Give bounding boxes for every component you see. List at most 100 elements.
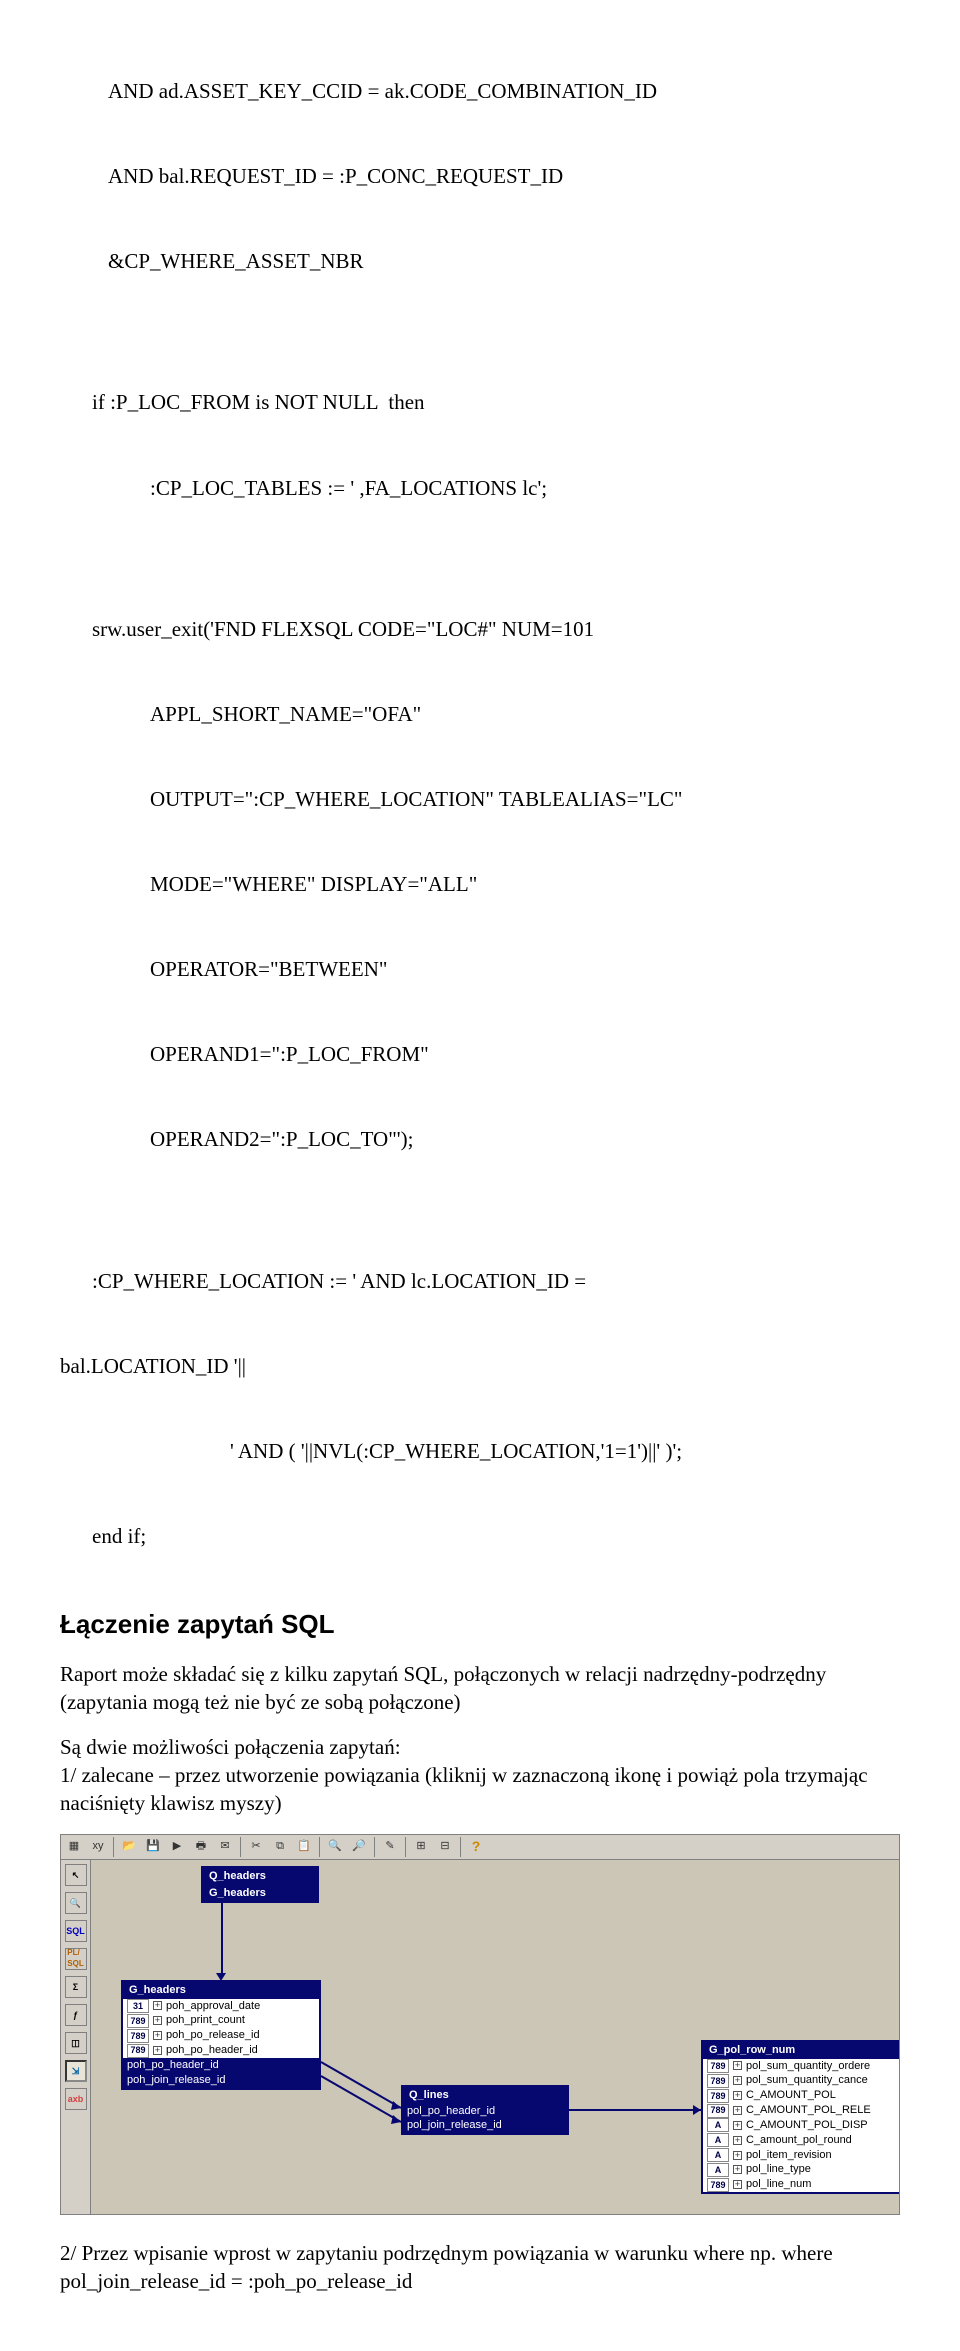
vtool-magnify[interactable]: 🔍 (65, 1892, 87, 1914)
field-row[interactable]: 789+pol_line_num (703, 2177, 899, 2192)
field-label: poh_po_release_id (166, 2028, 260, 2043)
vtool-formula[interactable]: ƒ (65, 2004, 87, 2026)
paragraph: 2/ Przez wpisanie wprost w zapytaniu pod… (60, 2239, 900, 2296)
node-g-pol-row-num[interactable]: G_pol_row_num 789+pol_sum_quantity_order… (701, 2040, 900, 2194)
code-line: :CP_LOC_TABLES := ' ,FA_LOCATIONS lc'; (60, 474, 900, 502)
diagram-canvas[interactable]: ↖ 🔍 SQL PL/SQL Σ ƒ ◫ ⇲ axb Q_headers G_h… (60, 1860, 900, 2215)
toolbar-btn-print[interactable]: 🖶 (190, 1837, 212, 1857)
field-label: C_AMOUNT_POL (746, 2088, 836, 2103)
type-badge-char: A (707, 2148, 729, 2162)
code-line: ' AND ( '||NVL(:CP_WHERE_LOCATION,'1=1')… (60, 1437, 900, 1465)
code-line: bal.LOCATION_ID '|| (60, 1352, 900, 1380)
expand-icon[interactable]: + (733, 2151, 742, 2160)
type-badge-char: A (707, 2118, 729, 2132)
toolbar-btn-zoom-out[interactable]: 🔎 (348, 1837, 370, 1857)
code-line: OPERATOR="BETWEEN" (60, 955, 900, 983)
type-badge-num: 789 (707, 2074, 729, 2088)
type-badge-num: 789 (707, 2104, 729, 2118)
field-row[interactable]: A+pol_line_type (703, 2162, 899, 2177)
expand-icon[interactable]: + (153, 2031, 162, 2040)
field-label: pol_sum_quantity_ordere (746, 2059, 870, 2074)
toolbar-btn-save[interactable]: 💾 (142, 1837, 164, 1857)
heading-sql-join: Łączenie zapytań SQL (60, 1607, 900, 1642)
toolbar-btn-collapse[interactable]: ⊟ (434, 1837, 456, 1857)
toolbar-btn-cut[interactable]: ✂ (245, 1837, 267, 1857)
code-line: OPERAND1=":P_LOC_FROM" (60, 1040, 900, 1068)
field-label: pol_line_type (746, 2162, 811, 2177)
vtool-sum[interactable]: Σ (65, 1976, 87, 1998)
report-builder-diagram: ▦ xy 📂 💾 ▶ 🖶 ✉ ✂ ⧉ 📋 🔍 🔎 ✎ ⊞ ⊟ ? ↖ 🔍 SQL… (60, 1834, 900, 2215)
field-label: pol_po_header_id (407, 2104, 495, 2119)
field-row[interactable]: A + pol_item_revision (703, 2148, 899, 2163)
toolbar-btn-help[interactable]: ? (465, 1837, 487, 1857)
field-label: pol_item_revision (746, 2148, 832, 2163)
expand-icon[interactable]: + (733, 2091, 742, 2100)
expand-icon[interactable]: + (733, 2106, 742, 2115)
field-label: C_AMOUNT_POL_DISP (746, 2118, 868, 2133)
type-badge-char: A (707, 2133, 729, 2147)
paragraph-line: 1/ zalecane – przez utworzenie powiązani… (60, 1763, 868, 1815)
vtool-sql[interactable]: SQL (65, 1920, 87, 1942)
toolbar-btn-run[interactable]: ▶ (166, 1837, 188, 1857)
field-row[interactable]: 789+poh_po_release_id (123, 2028, 319, 2043)
field-label: pol_line_num (746, 2177, 811, 2192)
code-line: APPL_SHORT_NAME="OFA" (60, 700, 900, 728)
field-row-selected[interactable]: pol_join_release_id (403, 2118, 567, 2133)
vtool-plsql[interactable]: PL/SQL (65, 1948, 87, 1970)
toolbar-btn-zoom-in[interactable]: 🔍 (324, 1837, 346, 1857)
field-label: poh_approval_date (166, 1999, 260, 2014)
toolbar-btn-copy[interactable]: ⧉ (269, 1837, 291, 1857)
field-label: poh_po_header_id (166, 2043, 258, 2058)
expand-icon[interactable]: + (733, 2165, 742, 2174)
vtool-link[interactable]: ⇲ (65, 2060, 87, 2082)
field-row[interactable]: 789+pol_sum_quantity_ordere (703, 2059, 899, 2074)
code-line: OPERAND2=":P_LOC_TO"'); (60, 1125, 900, 1153)
toolbar-btn-expand[interactable]: ⊞ (410, 1837, 432, 1857)
field-row-selected[interactable]: poh_po_header_id (123, 2058, 319, 2073)
node-g-headers[interactable]: G_headers 31+poh_approval_date 789+poh_p… (121, 1980, 321, 2090)
type-badge-num: 789 (127, 2044, 149, 2058)
expand-icon[interactable]: + (153, 2001, 162, 2010)
vtool-placeholder[interactable]: ◫ (65, 2032, 87, 2054)
toolbar-btn-mail[interactable]: ✉ (214, 1837, 236, 1857)
toolbar-btn-paste[interactable]: 📋 (293, 1837, 315, 1857)
field-row[interactable]: 789 + poh_po_header_id (123, 2043, 319, 2058)
code-line: MODE="WHERE" DISPLAY="ALL" (60, 870, 900, 898)
code-line: end if; (60, 1522, 900, 1550)
field-row[interactable]: A + C_AMOUNT_POL_DISP (703, 2118, 899, 2133)
node-header: G_headers (123, 1982, 319, 1999)
toolbar-btn-data[interactable]: ▦ (63, 1837, 85, 1857)
diagram-vertical-toolbar: ↖ 🔍 SQL PL/SQL Σ ƒ ◫ ⇲ axb (61, 1860, 91, 2214)
expand-icon[interactable]: + (733, 2180, 742, 2189)
toolbar-btn-open[interactable]: 📂 (118, 1837, 140, 1857)
field-row-selected[interactable]: poh_join_release_id (123, 2073, 319, 2088)
vtool-pointer[interactable]: ↖ (65, 1864, 87, 1886)
toolbar-btn-edit[interactable]: ✎ (379, 1837, 401, 1857)
type-badge-num: 789 (707, 2089, 729, 2103)
type-badge-num: 789 (127, 2014, 149, 2028)
node-q-lines[interactable]: Q_lines pol_po_header_id pol_join_releas… (401, 2085, 569, 2136)
field-label: poh_join_release_id (127, 2073, 225, 2088)
field-label: C_amount_pol_round (746, 2133, 852, 2148)
paragraph: Raport może składać się z kilku zapytań … (60, 1660, 900, 1717)
field-row-selected[interactable]: pol_po_header_id (403, 2104, 567, 2119)
expand-icon[interactable]: + (733, 2136, 742, 2145)
expand-icon[interactable]: + (733, 2061, 742, 2070)
field-row[interactable]: 789+poh_print_count (123, 2013, 319, 2028)
field-row[interactable]: 31+poh_approval_date (123, 1999, 319, 2014)
code-line: OUTPUT=":CP_WHERE_LOCATION" TABLEALIAS="… (60, 785, 900, 813)
field-row[interactable]: 789+C_AMOUNT_POL_RELE (703, 2103, 899, 2118)
vtool-text[interactable]: axb (65, 2088, 87, 2110)
node-q-headers[interactable]: Q_headers G_headers (201, 1866, 319, 1904)
field-row[interactable]: A + C_amount_pol_round (703, 2133, 899, 2148)
field-row[interactable]: 789 + C_AMOUNT_POL (703, 2088, 899, 2103)
code-block: AND ad.ASSET_KEY_CCID = ak.CODE_COMBINAT… (60, 20, 900, 1579)
node-header: Q_lines (403, 2087, 567, 2104)
toolbar-btn-xy[interactable]: xy (87, 1837, 109, 1857)
expand-icon[interactable]: + (733, 2076, 742, 2085)
expand-icon[interactable]: + (153, 2046, 162, 2055)
expand-icon[interactable]: + (733, 2121, 742, 2130)
field-row[interactable]: 789+pol_sum_quantity_cance (703, 2073, 899, 2088)
diagram-toolbar: ▦ xy 📂 💾 ▶ 🖶 ✉ ✂ ⧉ 📋 🔍 🔎 ✎ ⊞ ⊟ ? (60, 1834, 900, 1860)
expand-icon[interactable]: + (153, 2016, 162, 2025)
